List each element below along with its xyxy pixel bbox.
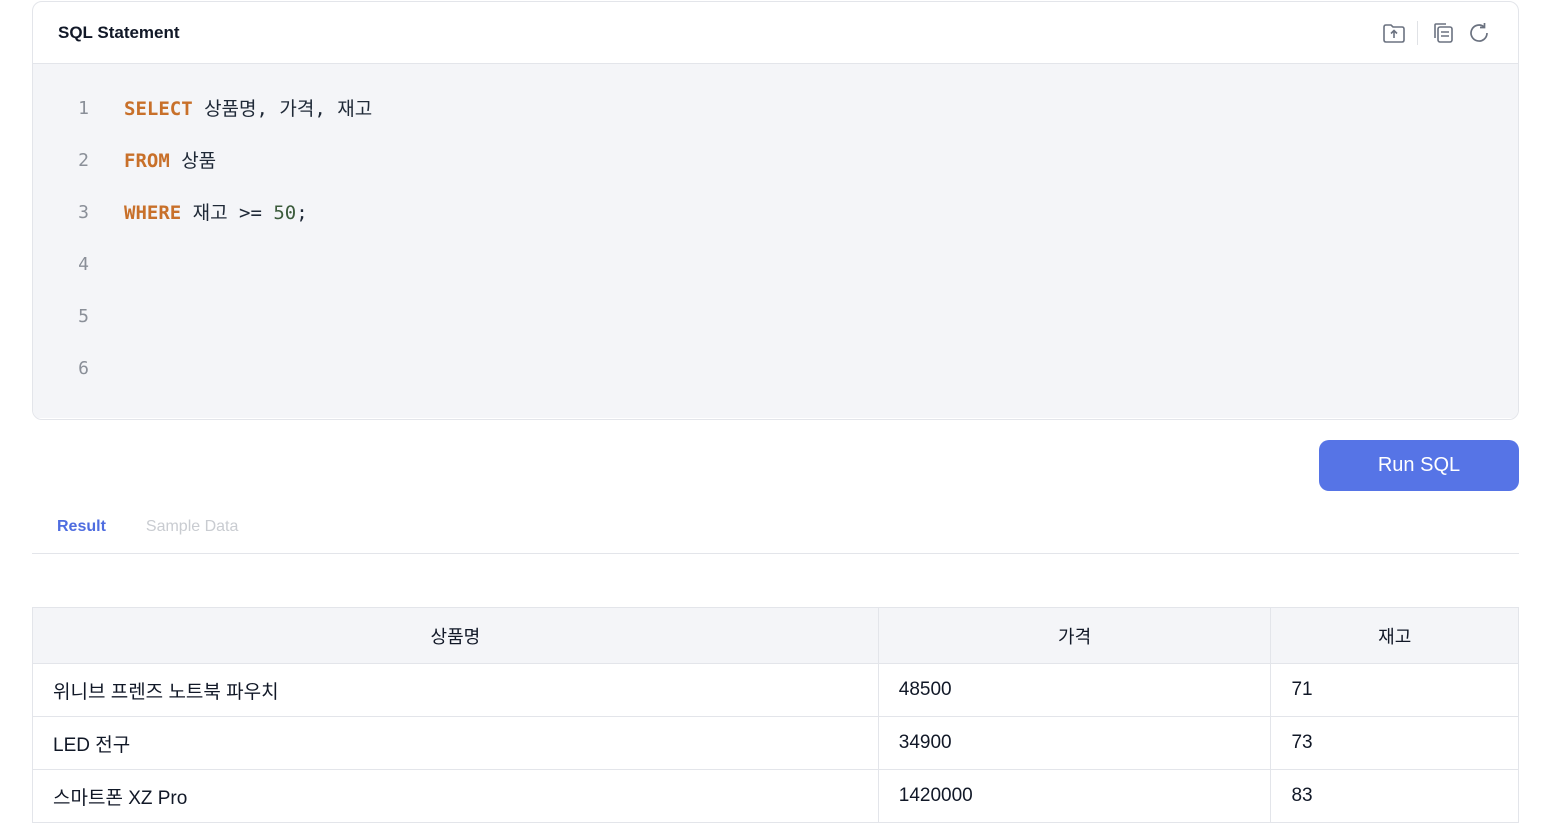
sql-text: 상품: [169, 150, 217, 172]
code-line: 4: [33, 253, 1518, 305]
run-sql-button[interactable]: Run SQL: [1319, 440, 1519, 491]
column-header: 재고: [1270, 607, 1519, 664]
table-cell: 1420000: [877, 769, 1272, 823]
column-header: 가격: [877, 607, 1272, 664]
line-number: 4: [78, 254, 89, 275]
code-line: 6: [33, 357, 1518, 409]
code-text: WHERE 재고 >= 50;: [124, 201, 308, 225]
sql-text: ;: [296, 202, 308, 224]
result-table: 상품명 가격 재고 위니브 프렌즈 노트북 파우치 48500 71 LED 전…: [32, 607, 1519, 823]
table-cell: 48500: [877, 663, 1272, 717]
tab-result[interactable]: Result: [57, 518, 106, 536]
editor-header: SQL Statement: [33, 2, 1518, 64]
line-number: 3: [78, 202, 89, 223]
table-cell: 71: [1270, 663, 1519, 717]
refresh-icon[interactable]: [1464, 18, 1494, 48]
toolbar-divider: [1417, 20, 1418, 45]
code-line: 2 FROM 상품: [33, 149, 1518, 201]
line-number: 5: [78, 306, 89, 327]
code-text: SELECT 상품명, 가격, 재고: [124, 97, 372, 121]
sql-keyword: SELECT: [124, 98, 193, 120]
sql-number: 50: [273, 202, 297, 224]
line-number: 6: [78, 358, 89, 379]
editor-toolbar: [1379, 18, 1494, 48]
copy-icon[interactable]: [1428, 18, 1458, 48]
result-tabs: Result Sample Data: [32, 500, 1519, 554]
tab-sample-data[interactable]: Sample Data: [146, 518, 239, 536]
line-number: 2: [78, 150, 89, 171]
sql-text: 상품명, 가격, 재고: [192, 98, 373, 120]
sql-editor-card: SQL Statement 1 SELECT 상품명, 가격, 재고 2 FRO…: [32, 1, 1519, 420]
upload-file-icon[interactable]: [1379, 18, 1409, 48]
sql-keyword: WHERE: [124, 202, 182, 224]
code-text: FROM 상품: [124, 149, 216, 173]
table-cell: 34900: [877, 716, 1272, 770]
sql-text: 재고 >=: [181, 202, 274, 224]
editor-title: SQL Statement: [58, 22, 180, 42]
table-cell: LED 전구: [32, 716, 879, 770]
table-header-row: 상품명 가격 재고: [32, 607, 1519, 664]
code-line: 1 SELECT 상품명, 가격, 재고: [33, 97, 1518, 149]
column-header: 상품명: [32, 607, 879, 664]
sql-keyword: FROM: [124, 150, 170, 172]
table-cell: 83: [1270, 769, 1519, 823]
line-number: 1: [78, 98, 89, 119]
table-row: LED 전구 34900 73: [32, 716, 1519, 770]
code-editor[interactable]: 1 SELECT 상품명, 가격, 재고 2 FROM 상품 3 WHERE 재고 >= …: [33, 64, 1518, 418]
code-line: 5: [33, 305, 1518, 357]
table-cell: 73: [1270, 716, 1519, 770]
table-cell: 위니브 프렌즈 노트북 파우치: [32, 663, 879, 717]
table-row: 스마트폰 XZ Pro 1420000 83: [32, 769, 1519, 823]
code-line: 3 WHERE 재고 >= 50;: [33, 201, 1518, 253]
table-cell: 스마트폰 XZ Pro: [32, 769, 879, 823]
table-row: 위니브 프렌즈 노트북 파우치 48500 71: [32, 663, 1519, 717]
